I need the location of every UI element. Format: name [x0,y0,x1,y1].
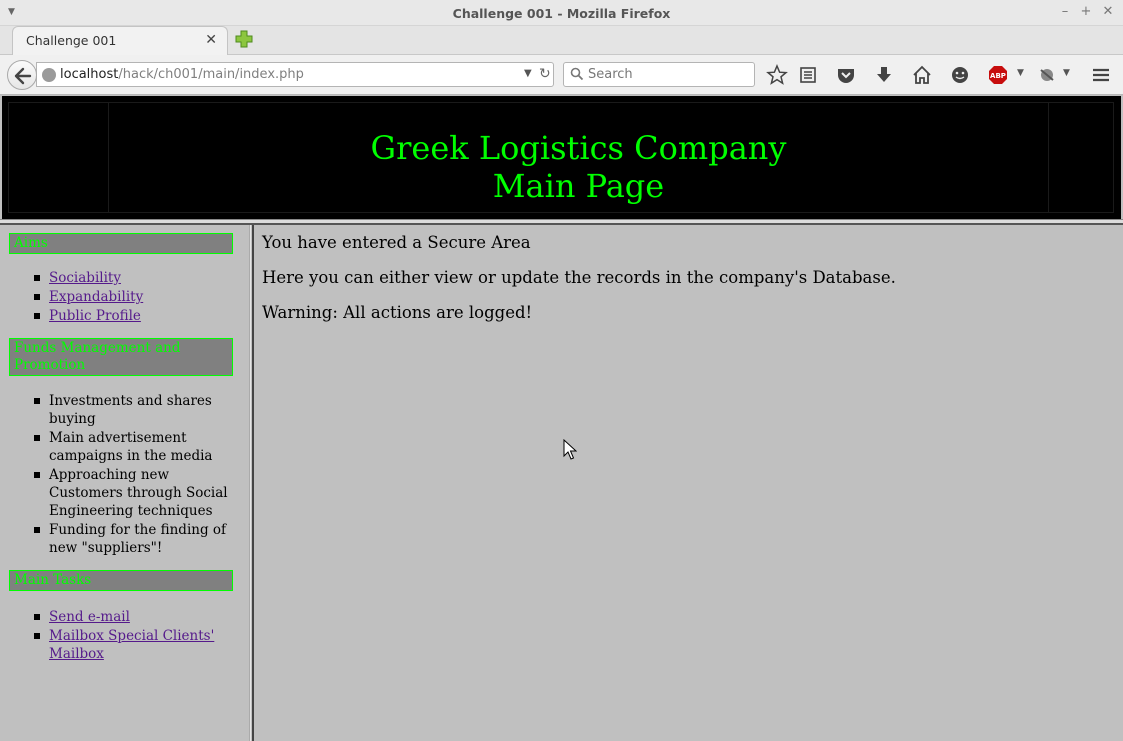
adblock-dropdown-icon[interactable]: ▼ [1017,68,1024,78]
section-header-funds: Funds Management and Promotion [9,338,233,376]
close-tab-icon[interactable]: ✕ [205,32,217,48]
site-identity-icon[interactable] [42,68,56,82]
section-header-aims: Aims [9,233,233,254]
tab-strip: Challenge 001 ✕ [0,26,1123,55]
sidebar: Aims Sociability Expandability Public Pr… [0,225,250,741]
header-center-cell: Greek Logistics Company Main Page [109,103,1049,212]
list-item: Approaching new Customers through Social… [34,466,234,520]
adblock-plus-icon[interactable]: ABP [987,64,1009,86]
downloads-icon[interactable] [873,64,895,86]
database-info-text: Here you can either view or update the r… [262,268,896,287]
list-item: Funding for the finding of new "supplier… [34,521,234,557]
close-window-icon[interactable]: ✕ [1100,4,1116,20]
reload-icon[interactable]: ↻ [539,66,551,82]
link-send-email[interactable]: Send e-mail [49,609,130,625]
aims-list: Sociability Expandability Public Profile [34,269,234,326]
url-text[interactable]: localhost/hack/ch001/main/index.php [60,67,304,82]
list-item: Mailbox Special Clients' Mailbox [34,627,234,663]
search-placeholder: Search [588,67,633,82]
list-item: Send e-mail [34,608,234,626]
list-item: Public Profile [34,307,234,325]
link-mailbox[interactable]: Mailbox Special Clients' Mailbox [49,628,214,662]
page-content: Greek Logistics Company Main Page Aims S… [0,96,1123,741]
window-title: Challenge 001 - Mozilla Firefox [452,6,671,21]
tab-label: Challenge 001 [26,33,117,48]
list-item: Main advertisement campaigns in the medi… [34,429,234,465]
header-left-cell [9,103,109,212]
new-tab-icon[interactable] [234,29,254,49]
url-bar[interactable]: localhost/hack/ch001/main/index.php ▼ ↻ [36,62,554,87]
frame-splitter[interactable] [250,225,254,741]
window-titlebar: ▼ Challenge 001 - Mozilla Firefox – + ✕ [0,0,1123,26]
funds-list: Investments and shares buying Main adver… [34,392,234,558]
page-title-line2: Main Page [492,167,665,205]
navigation-toolbar: localhost/hack/ch001/main/index.php ▼ ↻ … [0,55,1123,95]
list-item: Investments and shares buying [34,392,234,428]
secure-area-text: You have entered a Secure Area [262,233,531,252]
search-icon [570,67,584,81]
back-arrow-icon [14,67,32,85]
link-public-profile[interactable]: Public Profile [49,308,141,324]
hamburger-menu-icon[interactable] [1090,64,1112,86]
minimize-icon[interactable]: – [1057,4,1073,20]
page-title: Greek Logistics Company Main Page [109,129,1048,205]
bookmark-star-icon[interactable] [766,64,788,86]
header-frame: Greek Logistics Company Main Page [8,102,1114,213]
list-item: Sociability [34,269,234,287]
svg-text:ABP: ABP [990,72,1006,80]
tab-challenge-001[interactable]: Challenge 001 ✕ [12,26,228,55]
bookmarks-menu-icon[interactable] [797,64,819,86]
extension-icon[interactable] [1037,64,1059,86]
pocket-icon[interactable] [835,64,857,86]
extension-dropdown-icon[interactable]: ▼ [1063,68,1070,78]
link-expandability[interactable]: Expandability [49,289,143,305]
page-header: Greek Logistics Company Main Page [2,96,1121,220]
back-button[interactable] [7,60,37,90]
link-sociability[interactable]: Sociability [49,270,121,286]
mouse-pointer-icon [563,439,577,460]
section-header-main-tasks: Main Tasks [9,570,233,591]
page-title-line1: Greek Logistics Company [370,129,787,167]
list-item: Expandability [34,288,234,306]
hello-chat-icon[interactable] [949,64,971,86]
url-history-dropdown-icon[interactable]: ▼ [524,68,532,79]
search-bar[interactable]: Search [563,62,755,87]
main-tasks-list: Send e-mail Mailbox Special Clients' Mai… [34,608,234,664]
maximize-icon[interactable]: + [1078,4,1094,20]
home-icon[interactable] [911,64,933,86]
warning-text: Warning: All actions are logged! [262,303,533,322]
